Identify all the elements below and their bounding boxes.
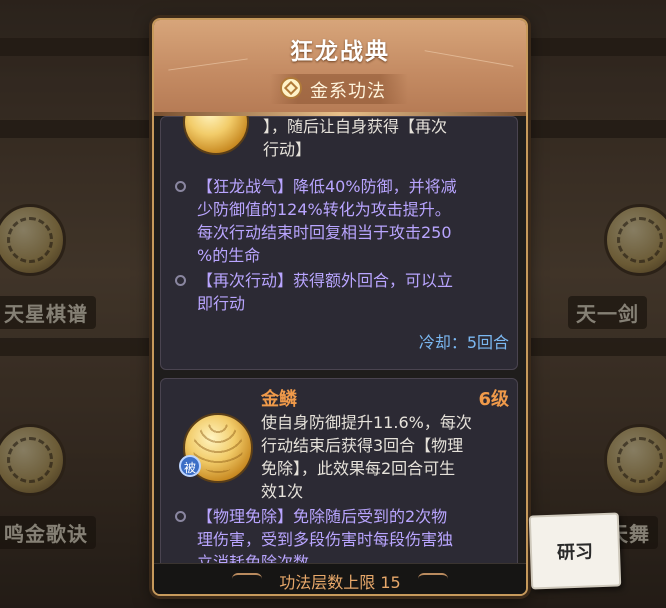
element-type-bar: 金系功法	[270, 74, 408, 104]
effect-line: 少防御值的124%转化为攻击提升。	[197, 200, 451, 219]
skill-layer-limit: 功法层数上限 15	[279, 573, 401, 592]
panel-header: 狂龙战典 金系功法	[154, 20, 526, 116]
skill-card-passive: 被 金鳞 6级 使自身防御提升11.6%，每次 行动结束后获得3回合【物理 免除…	[160, 378, 518, 564]
skill-detail-panel: 狂龙战典 金系功法 】，随后让自身获得【再次 行动】 【狂龙战气】降低40%防御…	[152, 18, 528, 596]
bullet-icon	[175, 275, 186, 286]
effect-line: 每次行动结束时回复相当于攻击250	[197, 223, 452, 242]
skill-desc-line: 行动】	[263, 140, 312, 159]
bullet-icon	[175, 511, 186, 522]
research-button-label: 研习	[556, 541, 594, 564]
skill-level: 6级	[478, 389, 509, 410]
skill-icon-dragon	[183, 116, 249, 155]
effect-line: 【狂龙战气】降低40%防御，并将减	[197, 177, 457, 196]
element-type-label: 金系功法	[310, 81, 386, 102]
skill-desc-line: 】，随后让自身获得【再次	[263, 117, 448, 136]
gold-element-icon	[280, 77, 302, 99]
skill-desc-line: 效1次	[261, 482, 304, 501]
cooldown-text: 冷却：5回合	[418, 333, 509, 352]
effect-line: 【再次行动】获得额外回合，可以立	[197, 271, 454, 290]
skill-card-active: 】，随后让自身获得【再次 行动】 【狂龙战气】降低40%防御，并将减 少防御值的…	[160, 116, 518, 370]
skill-name: 金鳞	[261, 389, 297, 410]
panel-title: 狂龙战典	[290, 39, 390, 65]
footer-ornament-icon	[418, 573, 448, 585]
skill-desc-line: 免除】，此效果每2回合可生	[261, 459, 456, 478]
skill-desc-line: 行动结束后获得3回合【物理	[261, 436, 464, 455]
passive-badge: 被	[179, 455, 201, 477]
effect-line: %的生命	[197, 246, 261, 265]
effect-line: 即行动	[197, 294, 246, 313]
research-button[interactable]: 研习	[528, 512, 622, 590]
effect-line: 理伤害，受到多段伤害时每段伤害独	[197, 530, 454, 549]
skill-list-scroll[interactable]: 】，随后让自身获得【再次 行动】 【狂龙战气】降低40%防御，并将减 少防御值的…	[154, 116, 526, 564]
panel-footer: 功法层数上限 15	[154, 563, 526, 594]
bullet-icon	[175, 181, 186, 192]
effect-line: 【物理免除】免除随后受到的2次物	[197, 507, 448, 526]
skill-desc-line: 使自身防御提升11.6%，每次	[261, 413, 472, 432]
